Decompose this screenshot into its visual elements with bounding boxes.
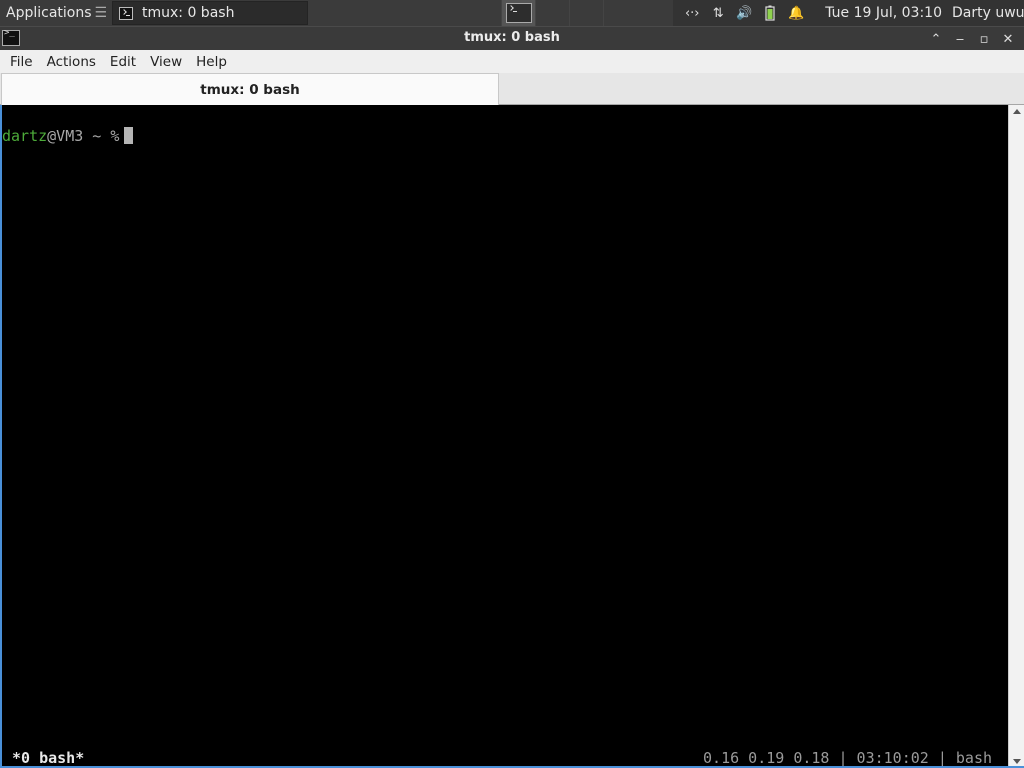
workspace-2[interactable] xyxy=(535,0,569,26)
window-title: tmux: 0 bash xyxy=(464,30,560,45)
minimize-button[interactable]: ‒ xyxy=(948,29,972,49)
maximize-button[interactable]: ▫ xyxy=(972,29,996,49)
window-titlebar[interactable]: tmux: 0 bash ⌃ ‒ ▫ ✕ xyxy=(0,26,1024,50)
notification-bell-icon[interactable]: 🔔 xyxy=(787,4,805,22)
close-button[interactable]: ✕ xyxy=(996,29,1020,49)
shade-button[interactable]: ⌃ xyxy=(924,29,948,49)
menu-view[interactable]: View xyxy=(143,54,189,70)
prompt-line: dartz@VM3 ~ % xyxy=(2,127,134,145)
terminal-icon xyxy=(119,6,133,20)
network-icon[interactable]: ‹·› xyxy=(683,4,701,22)
prompt-host-path: @VM3 ~ % xyxy=(47,127,120,145)
transfer-icon[interactable]: ⇅ xyxy=(709,4,727,22)
text-cursor xyxy=(124,127,134,144)
scroll-down-arrow-icon[interactable] xyxy=(1013,759,1021,764)
applications-separator: ☰ xyxy=(94,5,108,21)
menubar: File Actions Edit View Help xyxy=(0,50,1024,73)
menu-file[interactable]: File xyxy=(3,54,40,70)
tmux-window-list: *0 bash* xyxy=(12,749,85,767)
taskbar-window-button[interactable]: tmux: 0 bash xyxy=(112,1,308,25)
volume-icon[interactable]: 🔊 xyxy=(735,4,753,22)
system-tray: ‹·› ⇅ 🔊 🔔 Tue 19 Jul, 03:10 Darty uwu xyxy=(673,0,1024,26)
battery-icon[interactable] xyxy=(761,4,779,22)
workspace-1[interactable] xyxy=(501,0,536,26)
tab-strip: tmux: 0 bash xyxy=(0,73,1024,105)
clock[interactable]: Tue 19 Jul, 03:10 xyxy=(825,5,942,21)
menu-help[interactable]: Help xyxy=(189,54,234,70)
top-panel: Applications ☰ tmux: 0 bash ‹·› ⇅ 🔊 🔔 Tu… xyxy=(0,0,1024,26)
applications-label: Applications xyxy=(6,5,92,21)
terminal-icon xyxy=(505,3,532,23)
applications-menu-button[interactable]: Applications ☰ xyxy=(0,0,108,26)
workspace-4[interactable] xyxy=(603,0,637,26)
workspace-switcher xyxy=(501,0,637,26)
tab-tmux-bash[interactable]: tmux: 0 bash xyxy=(1,73,499,105)
menu-actions[interactable]: Actions xyxy=(40,54,103,70)
prompt-user: dartz xyxy=(2,127,48,145)
taskbar-window-title: tmux: 0 bash xyxy=(142,5,235,21)
tmux-status-info: 0.16 0.19 0.18 | 03:10:02 | bash xyxy=(703,749,992,767)
user-menu[interactable]: Darty uwu xyxy=(952,5,1024,21)
scroll-up-arrow-icon[interactable] xyxy=(1013,109,1021,114)
window-controls: ⌃ ‒ ▫ ✕ xyxy=(924,29,1020,49)
terminal-view[interactable]: dartz@VM3 ~ % *0 bash* 0.16 0.19 0.18 | … xyxy=(0,105,1008,768)
terminal-scrollbar[interactable] xyxy=(1008,105,1024,768)
menu-edit[interactable]: Edit xyxy=(103,54,143,70)
workspace-3[interactable] xyxy=(569,0,603,26)
